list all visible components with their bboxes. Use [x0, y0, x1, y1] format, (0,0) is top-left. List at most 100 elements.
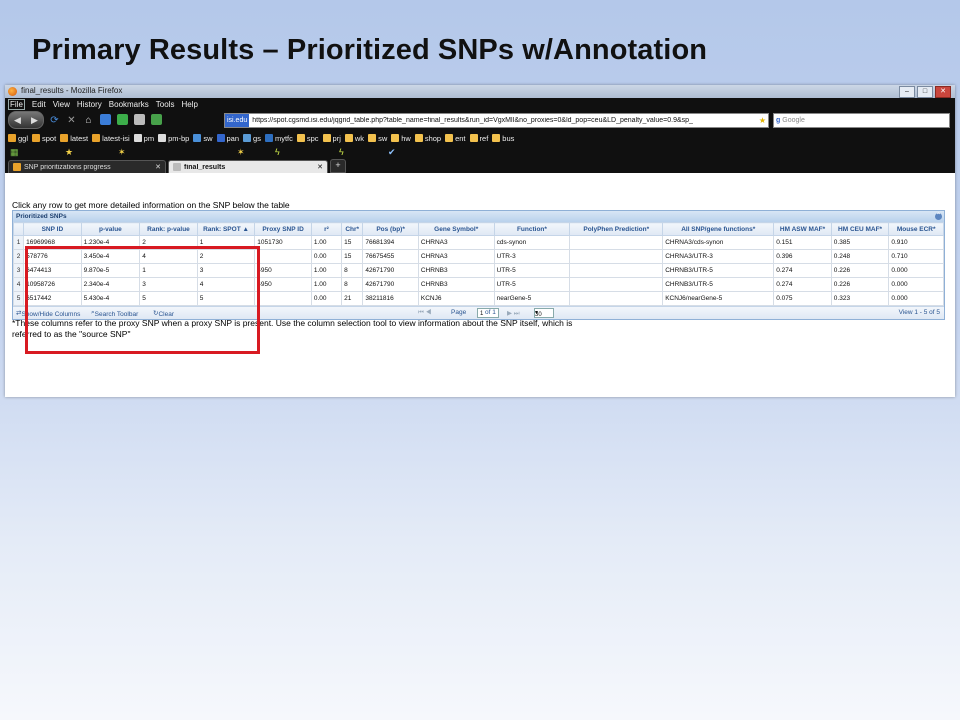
- show-hide-columns-button[interactable]: ⇄ Show/Hide Columns: [16, 309, 80, 318]
- page-icon: [13, 163, 21, 171]
- bookmark-item[interactable]: ent: [445, 134, 466, 143]
- column-header[interactable]: HM CEU MAF*: [830, 222, 890, 236]
- table-cell: 1051730: [254, 235, 312, 250]
- table-cell: 21: [341, 291, 364, 306]
- home-icon[interactable]: ⌂: [82, 114, 95, 127]
- print-icon[interactable]: [134, 113, 145, 125]
- bookmarks-toolbar: ggl spot latest latest-isi pm pm-bp sw p…: [5, 130, 955, 146]
- back-icon[interactable]: ◀: [14, 115, 21, 126]
- folder-icon: [296, 134, 305, 142]
- minimize-button[interactable]: –: [899, 86, 915, 98]
- addon-bolt-icon[interactable]: ϟ: [275, 147, 280, 157]
- forward-icon[interactable]: ▶: [31, 115, 38, 126]
- column-header[interactable]: HM ASW MAF*: [773, 222, 832, 236]
- menu-file[interactable]: File: [8, 98, 25, 110]
- table-cell: 1.00: [310, 277, 343, 292]
- reload-icon[interactable]: ⟳: [48, 114, 61, 127]
- column-header[interactable]: Rank: SPOT ▲: [196, 222, 256, 236]
- menu-edit[interactable]: Edit: [32, 100, 46, 109]
- bookmark-item[interactable]: bus: [492, 134, 514, 143]
- menu-history[interactable]: History: [77, 100, 102, 109]
- bookmark-item[interactable]: sw: [368, 134, 387, 143]
- column-header[interactable]: [12, 222, 25, 236]
- column-header[interactable]: Function*: [493, 222, 571, 236]
- column-header[interactable]: PolyPhen Prediction*: [569, 222, 664, 236]
- bookmark-icon: [158, 134, 167, 142]
- table-cell: 76675455: [362, 249, 419, 264]
- bookmark-item[interactable]: shop: [414, 134, 441, 143]
- bookmark-item[interactable]: pm-bp: [158, 134, 189, 143]
- bookmark-icon: [8, 134, 16, 142]
- download-icon[interactable]: [151, 113, 162, 125]
- bookmark-item[interactable]: ref: [469, 134, 488, 143]
- bookmark-item[interactable]: pan: [216, 134, 239, 143]
- menu-bookmarks[interactable]: Bookmarks: [109, 100, 149, 109]
- table-cell: KCNJ6: [417, 291, 495, 306]
- addon-bolt-icon[interactable]: ϟ: [339, 147, 344, 157]
- addon-grid-icon[interactable]: ▦: [10, 147, 19, 158]
- pager-next-icons[interactable]: ▶ ⏭: [507, 309, 520, 318]
- bookmark-item[interactable]: prj: [322, 134, 341, 143]
- pager-nav-icons[interactable]: ⏮ ◀: [418, 309, 431, 317]
- column-header[interactable]: SNP ID: [23, 222, 82, 236]
- url-text[interactable]: https://spot.cgsmd.isi.edu/jqgrid_table.…: [252, 117, 757, 124]
- row-number: 3: [12, 263, 25, 278]
- folder-icon: [445, 134, 454, 142]
- bookmark-item[interactable]: latest-isi: [92, 134, 130, 143]
- addon-star-icon[interactable]: ★: [65, 147, 73, 158]
- search-box[interactable]: g Google: [773, 113, 950, 128]
- addon-check-icon[interactable]: ✔: [388, 147, 396, 158]
- bookmark-star-icon[interactable]: ★: [759, 116, 766, 125]
- bookmark-item[interactable]: sw: [193, 134, 213, 143]
- bookmark-item[interactable]: ggl: [8, 134, 28, 143]
- close-tab-icon[interactable]: ✕: [317, 163, 323, 171]
- page-label: Page: [451, 309, 467, 316]
- bookmark-item[interactable]: wk: [344, 134, 364, 143]
- new-tab-button[interactable]: +: [330, 159, 346, 173]
- back-forward-buttons[interactable]: ◀ ▶: [8, 111, 44, 129]
- bookmark-item[interactable]: spc: [296, 134, 319, 143]
- rows-per-page-select[interactable]: 30 ▾: [534, 308, 554, 318]
- menu-view[interactable]: View: [53, 100, 70, 109]
- tab-snp-prioritizations[interactable]: SNP prioritizations progress ✕: [8, 160, 166, 173]
- bookmark-item[interactable]: mytfc: [264, 134, 293, 143]
- addon-star-icon[interactable]: ✶: [237, 147, 245, 158]
- addon-icon[interactable]: [100, 113, 111, 125]
- close-window-button[interactable]: ✕: [935, 86, 951, 98]
- plus-page-icon[interactable]: [117, 113, 128, 125]
- close-tab-icon[interactable]: ✕: [155, 163, 161, 171]
- column-header[interactable]: p-value: [80, 222, 141, 236]
- folder-icon: [469, 134, 478, 142]
- menu-help[interactable]: Help: [181, 100, 197, 109]
- address-bar[interactable]: isi.edu https://spot.cgsmd.isi.edu/jqgri…: [224, 113, 769, 128]
- column-header[interactable]: r²: [310, 222, 343, 236]
- collapse-icon[interactable]: ⌃: [935, 213, 942, 220]
- column-header[interactable]: Gene Symbol*: [417, 222, 495, 236]
- column-header[interactable]: Proxy SNP ID: [254, 222, 312, 236]
- bookmark-item[interactable]: gs: [243, 134, 261, 143]
- bookmark-item[interactable]: spot: [32, 134, 56, 143]
- column-header[interactable]: Rank: p-value: [139, 222, 198, 236]
- column-header[interactable]: Pos (bp)*: [362, 222, 419, 236]
- menu-tools[interactable]: Tools: [156, 100, 175, 109]
- addon-spark-icon[interactable]: ✶: [118, 147, 126, 158]
- bookmark-icon: [243, 134, 252, 142]
- table-cell: 0.000: [888, 263, 944, 278]
- firefox-icon: [8, 87, 17, 96]
- column-header[interactable]: Chr*: [341, 222, 364, 236]
- tab-final-results[interactable]: final_results ✕: [168, 160, 328, 173]
- bookmark-item[interactable]: latest: [60, 134, 88, 143]
- maximize-button[interactable]: □: [917, 86, 933, 98]
- column-header[interactable]: Mouse ECR*: [888, 222, 944, 236]
- stop-icon[interactable]: ✕: [65, 114, 78, 127]
- table-cell: CHRNB3/UTR-5: [662, 277, 775, 292]
- table-cell: 0.396: [773, 249, 832, 264]
- table-cell: 1.00: [310, 235, 343, 250]
- table-cell: [569, 235, 664, 250]
- bookmark-item[interactable]: pm: [133, 134, 154, 143]
- column-header[interactable]: All SNP/gene functions*: [662, 222, 775, 236]
- folder-icon: [322, 134, 331, 142]
- table-cell: [254, 291, 312, 306]
- site-identity[interactable]: isi.edu: [225, 114, 250, 127]
- bookmark-item[interactable]: hw: [391, 134, 411, 143]
